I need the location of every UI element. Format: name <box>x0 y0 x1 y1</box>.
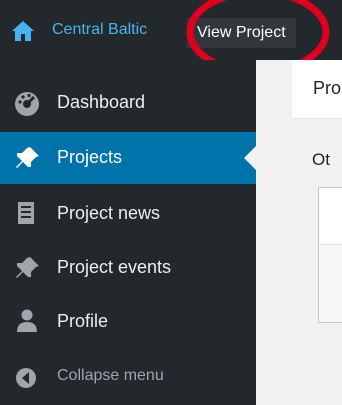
sidebar-item-project-news[interactable]: Project news <box>0 188 256 240</box>
collapse-menu-button[interactable]: Collapse menu <box>0 352 256 404</box>
site-name-link[interactable]: Central Baltic <box>52 21 147 39</box>
sidebar-item-profile[interactable]: Profile <box>0 296 256 348</box>
sidebar-item-dashboard[interactable]: Dashboard <box>0 77 256 129</box>
pin-icon <box>16 147 39 168</box>
sidebar-item-label: Profile <box>57 311 109 331</box>
sidebar-item-projects[interactable]: Projects <box>0 132 256 184</box>
sidebar-item-label: Collapse menu <box>57 367 164 384</box>
page-title: Pro <box>313 78 342 98</box>
row-divider <box>319 244 342 245</box>
sidebar-item-label: Dashboard <box>57 92 146 112</box>
projects-table <box>318 187 342 323</box>
collapse-icon <box>16 368 36 388</box>
sidebar-item-label: Project news <box>57 203 161 223</box>
sidebar-item-label: Projects <box>57 147 123 167</box>
dashboard-icon <box>15 92 39 116</box>
sidebar-item-project-events[interactable]: Project events <box>0 242 256 294</box>
admin-sidebar: Dashboard Projects Project news Project … <box>0 60 256 405</box>
user-icon <box>17 309 37 332</box>
section-heading: Ot <box>312 150 330 169</box>
home-icon[interactable] <box>11 19 35 43</box>
pin-icon <box>16 257 39 278</box>
table-row[interactable] <box>319 245 342 322</box>
main-content: Pro Ot <box>256 60 342 405</box>
sidebar-item-label: Project events <box>57 257 172 277</box>
admin-bar: Central Baltic View Project <box>0 0 342 76</box>
document-icon <box>18 202 34 224</box>
